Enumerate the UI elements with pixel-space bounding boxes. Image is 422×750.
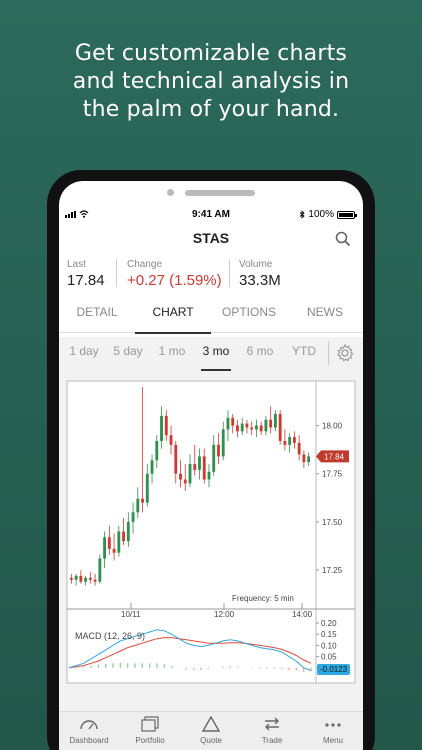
- price-chart[interactable]: 18.00 17.75 17.50 17.25 10/11 12:00 14:00 0.2…: [59, 373, 363, 713]
- title-bar: STAS: [59, 229, 363, 249]
- volume-value: 33.3M: [239, 272, 281, 289]
- time-tick-label: 14:00: [292, 610, 313, 619]
- bottom-nav: Dashboard Portfolio Quote Trade Menu: [59, 711, 363, 750]
- macd-badge: -0.0123: [317, 664, 350, 675]
- frequency-label: Frequency: 5 min: [232, 594, 294, 603]
- nav-dashboard-label: Dashboard: [69, 736, 109, 745]
- nav-dashboard[interactable]: Dashboard: [59, 712, 119, 750]
- range-5-day[interactable]: 5 day: [109, 337, 147, 373]
- ticker-symbol: STAS: [192, 230, 230, 246]
- nav-quote[interactable]: Quote: [181, 712, 241, 750]
- range-1-mo[interactable]: 1 mo: [153, 337, 191, 373]
- swap-arrows-icon: [265, 717, 279, 731]
- candle: [278, 410, 282, 445]
- tab-detail[interactable]: DETAIL: [59, 299, 135, 333]
- tab-bar: DETAIL CHART OPTIONS NEWS: [59, 299, 363, 334]
- range-6-mo[interactable]: 6 mo: [241, 337, 279, 373]
- price-tick-label: 17.50: [322, 518, 343, 527]
- divider: [229, 259, 230, 287]
- quote-last: Last 17.84: [67, 259, 105, 289]
- macd-label: MACD (12, 26, 9): [75, 631, 145, 641]
- phone-screen: 9:41 AM 100% STAS Last 17.84 Change +0.2…: [59, 181, 363, 750]
- macd-badge-text: -0.0123: [320, 665, 348, 674]
- nav-portfolio[interactable]: Portfolio: [120, 712, 180, 750]
- last-price-badge: 17.84: [316, 450, 349, 463]
- macd-tick-label: 0.20: [321, 619, 337, 628]
- time-tick-label: 12:00: [214, 610, 235, 619]
- gauge-icon: [80, 720, 98, 730]
- range-3-mo[interactable]: 3 mo: [197, 337, 235, 373]
- nav-quote-label: Quote: [200, 736, 222, 745]
- divider: [116, 259, 117, 287]
- quote-change: Change +0.27 (1.59%): [127, 259, 222, 289]
- bluetooth-icon: [300, 210, 306, 219]
- divider: [328, 341, 329, 365]
- portfolio-icon: [141, 716, 159, 732]
- battery-percent: 100%: [308, 209, 334, 220]
- tab-news[interactable]: NEWS: [287, 299, 363, 333]
- volume-label: Volume: [239, 259, 273, 270]
- price-tick-label: 18.00: [322, 422, 343, 431]
- tab-chart[interactable]: CHART: [135, 299, 211, 334]
- more-dots-icon: [325, 723, 341, 727]
- price-tick-label: 17.25: [322, 566, 343, 575]
- nav-trade[interactable]: Trade: [242, 712, 302, 750]
- change-value: +0.27 (1.59%): [127, 272, 222, 289]
- tab-options[interactable]: OPTIONS: [211, 299, 287, 333]
- macd-tick-label: 0.10: [321, 641, 337, 650]
- nav-trade-label: Trade: [261, 736, 283, 745]
- status-bar: 9:41 AM 100%: [59, 208, 363, 222]
- search-icon[interactable]: [335, 231, 351, 247]
- nav-menu-label: Menu: [322, 736, 343, 745]
- time-tick-label: 10/11: [121, 610, 141, 619]
- candle: [98, 554, 102, 584]
- macd-tick-label: 0.05: [321, 653, 337, 662]
- gear-icon[interactable]: [335, 343, 355, 363]
- last-label: Last: [67, 259, 86, 270]
- nav-menu[interactable]: Menu: [303, 712, 363, 750]
- camera-dot: [167, 189, 174, 196]
- quote-summary: Last 17.84 Change +0.27 (1.59%) Volume 3…: [59, 259, 363, 289]
- triangle-icon: [201, 716, 221, 732]
- change-label: Change: [127, 259, 163, 270]
- chart-area: 18.00 17.75 17.50 17.25 10/11 12:00 14:00 0.2…: [59, 373, 363, 713]
- headline: Get customizable charts and technical an…: [72, 41, 350, 122]
- notch: [59, 187, 363, 197]
- range-1-day[interactable]: 1 day: [65, 337, 103, 373]
- macd-tick-label: 0.15: [321, 630, 337, 639]
- last-price-badge-text: 17.84: [324, 452, 345, 461]
- price-tick-label: 17.75: [322, 470, 343, 479]
- range-ytd[interactable]: YTD: [285, 337, 323, 373]
- range-selector: 1 day 5 day 1 mo 3 mo 6 mo YTD: [59, 337, 363, 373]
- speaker-grille: [185, 190, 255, 196]
- last-value: 17.84: [67, 272, 105, 289]
- nav-portfolio-label: Portfolio: [135, 736, 165, 745]
- quote-volume: Volume 33.3M: [239, 259, 281, 289]
- battery-icon: [337, 210, 357, 219]
